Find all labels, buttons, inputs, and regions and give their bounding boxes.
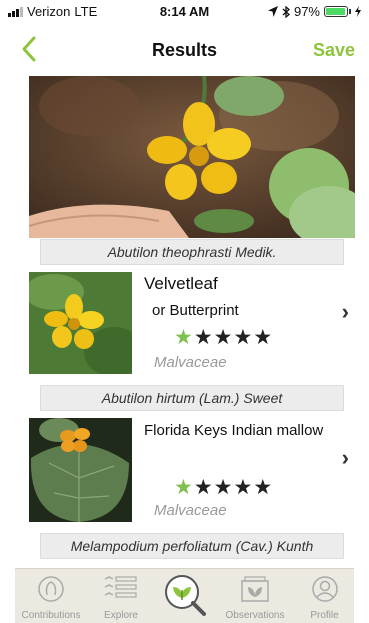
result-thumbnail (29, 418, 132, 522)
star-empty-icon: ★ (193, 476, 214, 499)
observations-icon (241, 576, 269, 602)
rating-stars: ★★★★★ (174, 326, 273, 350)
explore-icon (104, 576, 137, 598)
tab-observations[interactable]: Observations (215, 569, 295, 623)
tab-label: Observations (225, 610, 285, 621)
star-empty-icon: ★ (233, 326, 254, 349)
hero-photo[interactable] (29, 76, 355, 238)
scientific-name-banner: Abutilon theophrasti Medik. (40, 239, 344, 265)
battery-cap (349, 9, 351, 14)
identify-search-icon (165, 575, 206, 616)
star-empty-icon: ★ (213, 326, 234, 349)
bluetooth-icon (282, 5, 290, 18)
common-name-alt: or Butterprint (152, 302, 239, 319)
charging-icon (355, 6, 361, 17)
star-filled-icon: ★ (174, 326, 194, 349)
battery-percent: 97% (293, 4, 320, 19)
star-empty-icon: ★ (253, 326, 274, 349)
profile-icon (311, 576, 338, 602)
star-empty-icon: ★ (193, 326, 214, 349)
rating-stars: ★★★★★ (174, 476, 273, 500)
chevron-right-icon: › (341, 445, 349, 470)
result-thumbnail (29, 272, 132, 374)
tab-label: Explore (104, 610, 138, 621)
tab-bar: Contributions Explore Observations Profi… (15, 568, 354, 623)
star-empty-icon: ★ (213, 476, 234, 499)
tab-profile[interactable]: Profile (295, 569, 354, 623)
common-name: Florida Keys Indian mallow (144, 422, 324, 439)
tab-contributions[interactable]: Contributions (15, 569, 87, 623)
tab-label: Profile (310, 610, 339, 621)
star-empty-icon: ★ (253, 476, 274, 499)
common-name: Velvetleaf (144, 274, 218, 293)
contributions-icon (38, 576, 64, 602)
tab-explore[interactable]: Explore (87, 569, 155, 623)
result-item[interactable]: Velvetleaf or Butterprint ★★★★★ Malvacea… (29, 272, 355, 374)
star-empty-icon: ★ (233, 476, 254, 499)
back-button[interactable] (18, 34, 42, 64)
flower-photo (29, 76, 355, 238)
battery-icon (324, 6, 348, 17)
chevron-right-icon: › (341, 299, 349, 324)
tab-label: Contributions (21, 610, 81, 621)
status-bar: Verizon LTE 8:14 AM 97% (0, 0, 369, 22)
family-name: Malvaceae (154, 354, 227, 371)
scientific-name-banner: Abutilon hirtum (Lam.) Sweet (40, 385, 344, 411)
star-filled-icon: ★ (174, 476, 194, 499)
status-right: 97% (267, 4, 361, 19)
nav-bar: Results Save (0, 28, 369, 72)
result-item[interactable]: Florida Keys Indian mallow ★★★★★ Malvace… (29, 418, 355, 522)
chevron-left-icon (22, 36, 36, 62)
save-button[interactable]: Save (313, 40, 355, 61)
scientific-name-banner: Melampodium perfoliatum (Cav.) Kunth (40, 533, 344, 559)
location-icon (267, 6, 278, 17)
family-name: Malvaceae (154, 502, 227, 519)
tab-identify[interactable] (155, 569, 215, 623)
